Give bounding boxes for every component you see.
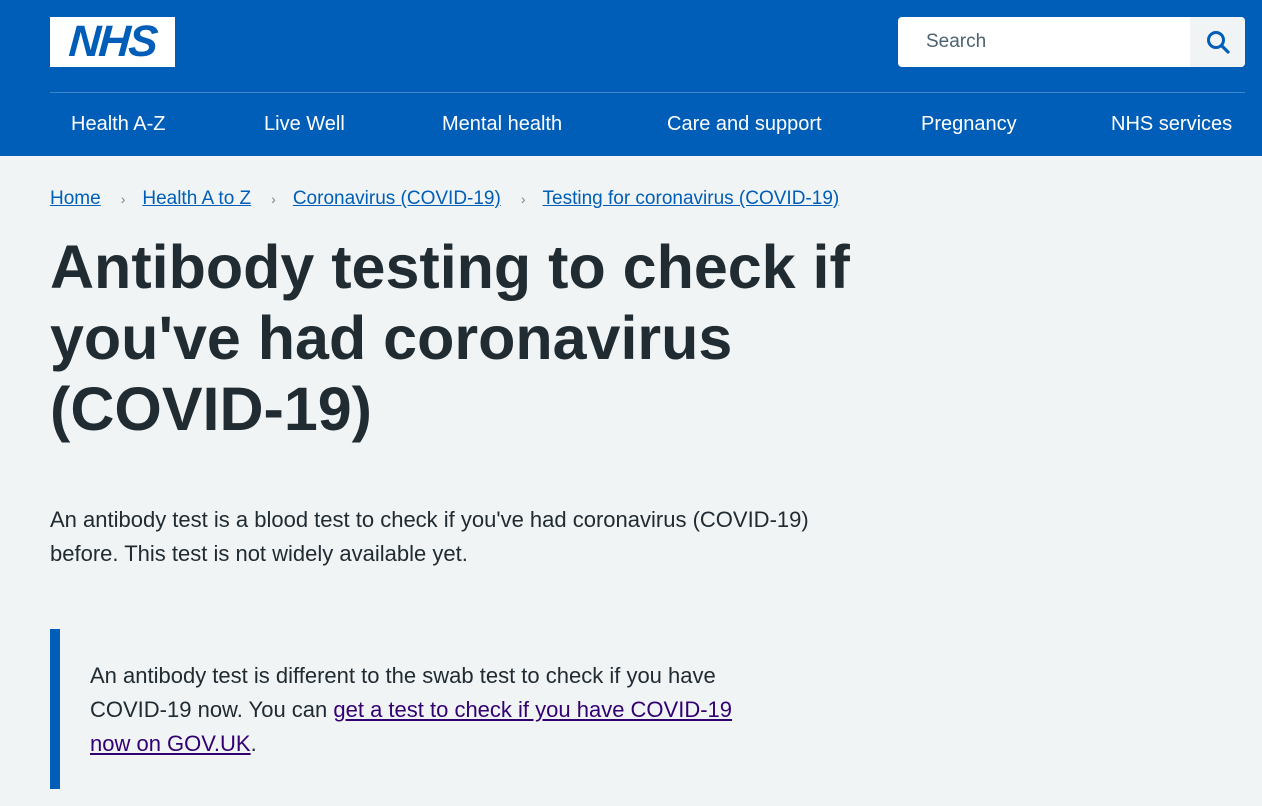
nav-item-care-and-support[interactable]: Care and support [667, 113, 822, 136]
chevron-right-icon: › [120, 191, 126, 207]
inset-text: An antibody test is different to the swa… [50, 629, 810, 789]
search-icon [1206, 31, 1230, 54]
nav-item-live-well[interactable]: Live Well [264, 113, 345, 136]
nav-item-mental-health[interactable]: Mental health [442, 113, 562, 136]
search-input[interactable] [898, 17, 1188, 67]
breadcrumb: Home › Health A to Z › Coronavirus (COVI… [50, 188, 839, 210]
inset-text-after: . [250, 731, 257, 756]
nav-item-nhs-services[interactable]: NHS services [1111, 113, 1232, 136]
search-button[interactable] [1190, 17, 1245, 67]
nav-item-health-a-z[interactable]: Health A-Z [71, 113, 165, 136]
breadcrumb-link-coronavirus[interactable]: Coronavirus (COVID-19) [293, 188, 501, 210]
nav-item-pregnancy[interactable]: Pregnancy [921, 113, 1017, 136]
chevron-right-icon: › [271, 191, 276, 207]
breadcrumb-link-health-a-to-z[interactable]: Health A to Z [142, 188, 251, 210]
inset-paragraph: An antibody test is different to the swa… [90, 659, 770, 761]
lede-text: An antibody test is a blood test to chec… [50, 507, 809, 566]
search-form [898, 17, 1245, 67]
nhs-logo-text: NHS [67, 17, 158, 66]
site-header: NHS Health A-Z Live Well Mental health C… [0, 0, 1262, 156]
breadcrumb-link-home[interactable]: Home [50, 188, 101, 210]
breadcrumb-link-testing-for-coronavirus[interactable]: Testing for coronavirus (COVID-19) [543, 188, 840, 210]
primary-nav: Health A-Z Live Well Mental health Care … [0, 93, 1262, 156]
chevron-right-icon: › [520, 191, 526, 207]
nhs-logo[interactable]: NHS [50, 17, 175, 67]
page-title: Antibody testing to check if you've had … [50, 233, 850, 443]
